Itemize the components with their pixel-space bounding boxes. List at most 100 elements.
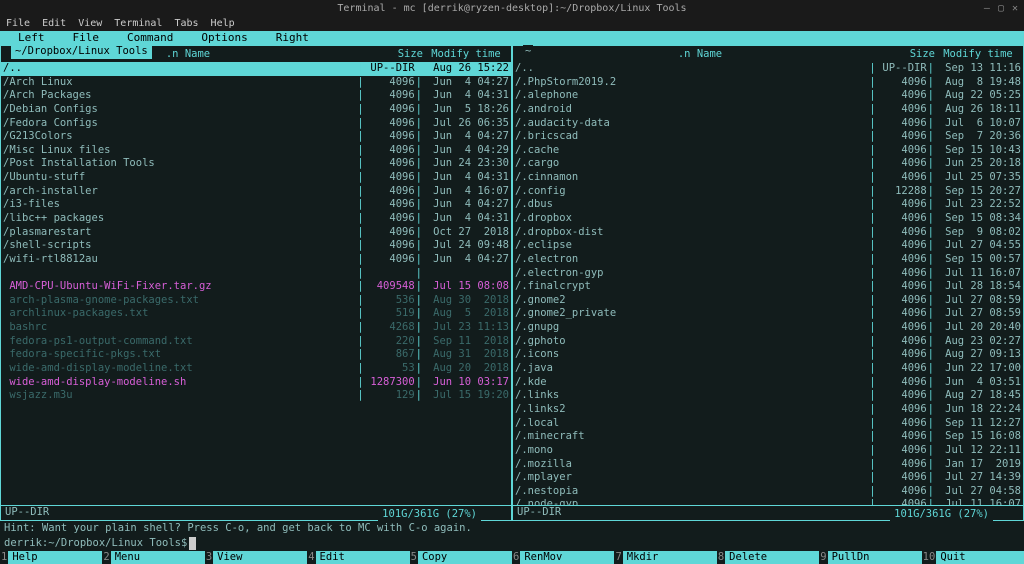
fkey-renmov[interactable]: 6RenMov	[512, 551, 614, 564]
menu-file[interactable]: File	[6, 17, 30, 30]
file-row[interactable]: /libc++ packages|4096|Jun 4 04:31	[1, 212, 511, 226]
file-row[interactable]: /.finalcrypt|4096|Jul 28 18:54	[513, 280, 1023, 294]
file-row[interactable]: /.gnupg|4096|Jul 20 20:40	[513, 321, 1023, 335]
file-row[interactable]: /.dropbox-dist|4096|Sep 9 08:02	[513, 226, 1023, 240]
file-row[interactable]: /.eclipse|4096|Jul 27 04:55	[513, 239, 1023, 253]
file-row[interactable]: /G213Colors|4096|Jun 4 04:27	[1, 130, 511, 144]
col-name[interactable]: .n Name	[515, 48, 885, 62]
file-row[interactable]: wsjazz.m3u|129|Jul 15 19:20	[1, 389, 511, 403]
file-row[interactable]: /.android|4096|Aug 26 18:11	[513, 103, 1023, 117]
file-row[interactable]: /..|UP--DIR|Aug 26 15:22	[1, 62, 511, 76]
shell-prompt[interactable]: derrik:~/Dropbox/Linux Tools$	[0, 537, 1024, 551]
file-name: /Ubuntu-stuff	[3, 171, 356, 185]
mc-menu-left[interactable]: Left	[4, 31, 59, 45]
file-row[interactable]: /plasmarestart|4096|Oct 27 2018	[1, 226, 511, 240]
file-row[interactable]: /.cargo|4096|Jun 25 20:18	[513, 157, 1023, 171]
file-row[interactable]: /.mono|4096|Jul 12 22:11	[513, 444, 1023, 458]
file-row[interactable]: ||	[1, 267, 511, 281]
file-row[interactable]: /.gnome2|4096|Jul 27 08:59	[513, 294, 1023, 308]
file-row[interactable]: /arch-installer|4096|Jun 4 16:07	[1, 185, 511, 199]
file-row[interactable]: /..|UP--DIR|Sep 13 11:16	[513, 62, 1023, 76]
right-panel-path[interactable]: ~	[523, 45, 533, 59]
fkey-quit[interactable]: 10Quit	[922, 551, 1024, 564]
file-row[interactable]: /.mozilla|4096|Jan 17 2019	[513, 458, 1023, 472]
file-row[interactable]: /.node-gyp|4096|Jul 11 16:07	[513, 498, 1023, 505]
file-size: 220	[365, 335, 415, 349]
file-size: 4096	[877, 280, 927, 294]
right-panel[interactable]: ~ .n Name Size Modify time /..|UP--DIR|S…	[512, 45, 1024, 521]
file-name: /.nestopia	[515, 485, 868, 499]
file-row[interactable]: /.PhpStorm2019.2|4096|Aug 8 19:48	[513, 76, 1023, 90]
menu-view[interactable]: View	[78, 17, 102, 30]
file-row[interactable]: /Arch Linux|4096|Jun 4 04:27	[1, 76, 511, 90]
file-row[interactable]: /.links2|4096|Jun 18 22:24	[513, 403, 1023, 417]
right-file-list[interactable]: /..|UP--DIR|Sep 13 11:16/.PhpStorm2019.2…	[513, 62, 1023, 505]
file-row[interactable]: /.icons|4096|Aug 27 09:13	[513, 348, 1023, 362]
left-panel[interactable]: ~/Dropbox/Linux Tools .n Name Size Modif…	[0, 45, 512, 521]
col-size[interactable]: Size	[373, 48, 423, 62]
maximize-icon[interactable]: ▢	[998, 2, 1004, 15]
file-row[interactable]: /.electron-gyp|4096|Jul 11 16:07	[513, 267, 1023, 281]
col-size[interactable]: Size	[885, 48, 935, 62]
file-row[interactable]: /.dropbox|4096|Sep 15 08:34	[513, 212, 1023, 226]
file-row[interactable]: /.mplayer|4096|Jul 27 14:39	[513, 471, 1023, 485]
fkey-help[interactable]: 1Help	[0, 551, 102, 564]
file-row[interactable]: /.dbus|4096|Jul 23 22:52	[513, 198, 1023, 212]
file-row[interactable]: /.links|4096|Aug 27 18:45	[513, 389, 1023, 403]
file-row[interactable]: /.kde|4096|Jun 4 03:51	[513, 376, 1023, 390]
mc-menu-options[interactable]: Options	[187, 31, 261, 45]
file-name: /.minecraft	[515, 430, 868, 444]
file-row[interactable]: /.local|4096|Sep 11 12:27	[513, 417, 1023, 431]
file-row[interactable]: /Debian Configs|4096|Jun 5 18:26	[1, 103, 511, 117]
file-row[interactable]: /.gphoto|4096|Aug 23 02:27	[513, 335, 1023, 349]
file-row[interactable]: /.electron|4096|Sep 15 00:57	[513, 253, 1023, 267]
left-file-list[interactable]: /..|UP--DIR|Aug 26 15:22/Arch Linux|4096…	[1, 62, 511, 505]
file-row[interactable]: arch-plasma-gnome-packages.txt|536|Aug 3…	[1, 294, 511, 308]
minimize-icon[interactable]: —	[984, 2, 990, 15]
file-row[interactable]: /Ubuntu-stuff|4096|Jun 4 04:31	[1, 171, 511, 185]
file-row[interactable]: /.nestopia|4096|Jul 27 04:58	[513, 485, 1023, 499]
file-row[interactable]: wide-amd-display-modeline.sh|1287300|Jun…	[1, 376, 511, 390]
file-row[interactable]: /.cache|4096|Sep 15 10:43	[513, 144, 1023, 158]
file-row[interactable]: /Fedora Configs|4096|Jul 26 06:35	[1, 117, 511, 131]
menu-tabs[interactable]: Tabs	[174, 17, 198, 30]
file-row[interactable]: /i3-files|4096|Jun 4 04:27	[1, 198, 511, 212]
file-row[interactable]: /Misc Linux files|4096|Jun 4 04:29	[1, 144, 511, 158]
fkey-pulldn[interactable]: 9PullDn	[819, 551, 921, 564]
col-m[interactable]: Modify time	[935, 48, 1021, 62]
file-row[interactable]: /shell-scripts|4096|Jul 24 09:48	[1, 239, 511, 253]
fkey-menu[interactable]: 2Menu	[102, 551, 204, 564]
file-row[interactable]: /.java|4096|Jun 22 17:00	[513, 362, 1023, 376]
col-mtime[interactable]: Modify time	[423, 48, 509, 62]
menu-edit[interactable]: Edit	[42, 17, 66, 30]
file-row[interactable]: /.audacity-data|4096|Jul 6 10:07	[513, 117, 1023, 131]
file-row[interactable]: bashrc|4268|Jul 23 11:13	[1, 321, 511, 335]
file-row[interactable]: /.alephone|4096|Aug 22 05:25	[513, 89, 1023, 103]
file-row[interactable]: wide-amd-display-modeline.txt|53|Aug 20 …	[1, 362, 511, 376]
file-row[interactable]: /.config|12288|Sep 15 20:27	[513, 185, 1023, 199]
file-row[interactable]: AMD-CPU-Ubuntu-WiFi-Fixer.tar.gz|409548|…	[1, 280, 511, 294]
fkey-mkdir[interactable]: 7Mkdir	[614, 551, 716, 564]
file-row[interactable]: /Post Installation Tools|4096|Jun 24 23:…	[1, 157, 511, 171]
window-title: Terminal - mc [derrik@ryzen-desktop]:~/D…	[337, 2, 686, 15]
fkey-delete[interactable]: 8Delete	[717, 551, 819, 564]
file-row[interactable]: archlinux-packages.txt|519|Aug 5 2018	[1, 307, 511, 321]
file-row[interactable]: /.bricscad|4096|Sep 7 20:36	[513, 130, 1023, 144]
mc-menu-command[interactable]: Command	[113, 31, 187, 45]
file-row[interactable]: /.minecraft|4096|Sep 15 16:08	[513, 430, 1023, 444]
fkey-view[interactable]: 3View	[205, 551, 307, 564]
mc-menu-file[interactable]: File	[59, 31, 114, 45]
file-row[interactable]: fedora-ps1-output-command.txt|220|Sep 11…	[1, 335, 511, 349]
file-row[interactable]: /.cinnamon|4096|Jul 25 07:35	[513, 171, 1023, 185]
menu-help[interactable]: Help	[211, 17, 235, 30]
file-row[interactable]: /wifi-rtl8812au|4096|Jun 4 04:27	[1, 253, 511, 267]
mc-menu-right[interactable]: Right	[262, 31, 323, 45]
file-row[interactable]: fedora-specific-pkgs.txt|867|Aug 31 2018	[1, 348, 511, 362]
file-row[interactable]: /.gnome2_private|4096|Jul 27 08:59	[513, 307, 1023, 321]
file-row[interactable]: /Arch Packages|4096|Jun 4 04:31	[1, 89, 511, 103]
fkey-copy[interactable]: 5Copy	[410, 551, 512, 564]
fkey-edit[interactable]: 4Edit	[307, 551, 409, 564]
close-icon[interactable]: ✕	[1012, 2, 1018, 15]
left-panel-path[interactable]: ~/Dropbox/Linux Tools	[11, 45, 152, 59]
menu-terminal[interactable]: Terminal	[114, 17, 162, 30]
